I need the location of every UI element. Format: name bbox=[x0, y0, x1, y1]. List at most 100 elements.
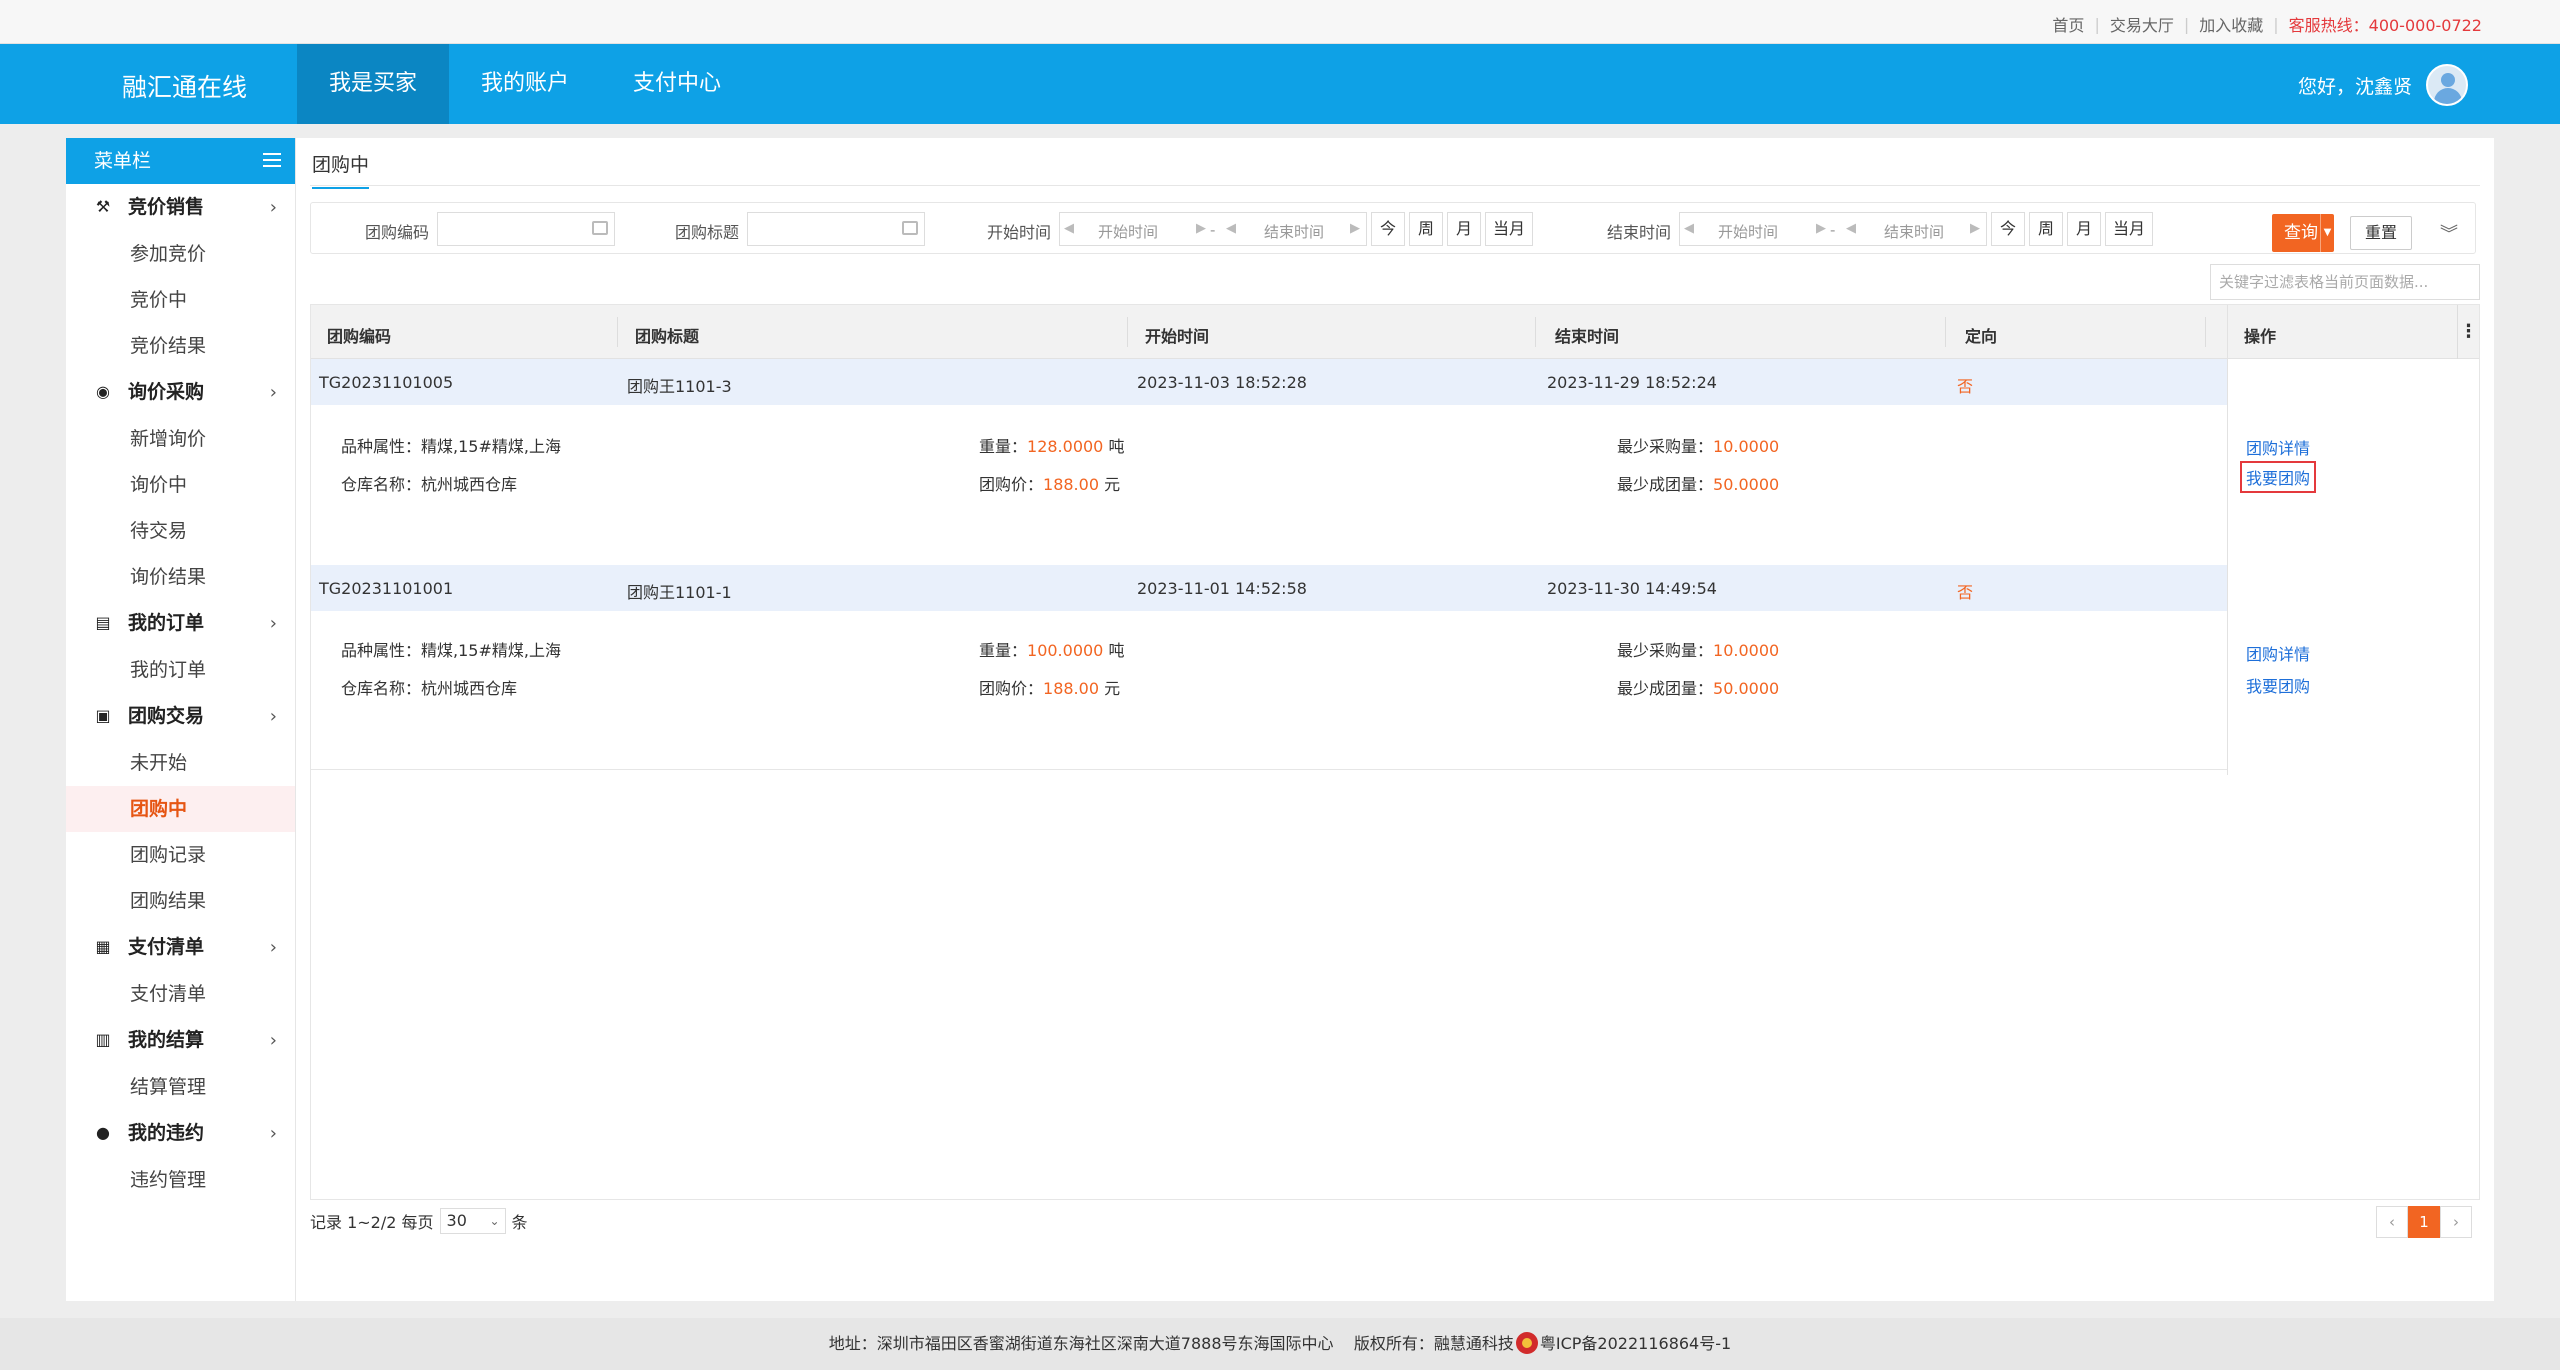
quick-month-button[interactable]: 月 bbox=[1447, 212, 1481, 246]
operation-column: 操作 ⋮ 团购详情 我要团购 团购详情 我要团购 bbox=[2227, 305, 2479, 775]
arrow-left-icon: ◀ bbox=[1846, 221, 1856, 236]
range-start-placeholder: 开始时间 bbox=[1098, 223, 1159, 241]
sidebar-item-default-management[interactable]: 违约管理 bbox=[66, 1157, 295, 1203]
top-utility-bar: 首页 | 交易大厅 | 加入收藏 | 客服热线：400-000-0722 bbox=[0, 0, 2560, 44]
join-group-buy-link[interactable]: 我要团购 bbox=[2246, 673, 2310, 697]
detail-min-group: 50.0000 bbox=[1713, 475, 1780, 494]
filter-start-label: 开始时间 bbox=[987, 223, 1052, 242]
reset-button[interactable]: 重置 bbox=[2350, 216, 2412, 250]
quick-week-button-end[interactable]: 周 bbox=[2029, 212, 2063, 246]
row-code: TG20231101001 bbox=[319, 579, 454, 598]
sidebar-group-inquiry-purchase[interactable]: ◉ 询价采购 › bbox=[66, 369, 295, 416]
sidebar-group-my-orders[interactable]: ▤ 我的订单 › bbox=[66, 600, 295, 647]
detail-weight: 128.0000 bbox=[1027, 437, 1104, 456]
sidebar-group-my-defaults[interactable]: ● 我的违约 › bbox=[66, 1110, 295, 1157]
top-link-home[interactable]: 首页 bbox=[2052, 12, 2084, 36]
table-row[interactable]: TG20231101005 团购王1101-3 2023-11-03 18:52… bbox=[311, 359, 2227, 405]
query-button[interactable]: 查询 ▼ bbox=[2272, 214, 2334, 252]
main-nav: 我是买家 我的账户 支付中心 bbox=[297, 44, 753, 124]
hamburger-menu-icon[interactable] bbox=[263, 153, 281, 169]
range-end-placeholder: 结束时间 bbox=[1264, 223, 1325, 241]
sidebar-item-inquiry-in-progress[interactable]: 询价中 bbox=[66, 462, 295, 508]
table-header: 团购编码 团购标题 开始时间 结束时间 定向 bbox=[311, 305, 2479, 359]
start-time-range-picker[interactable]: ◀ 开始时间 ▶ - ◀ 结束时间 ▶ bbox=[1059, 212, 1367, 246]
nav-payment-center[interactable]: 支付中心 bbox=[601, 44, 753, 124]
sidebar-group-bidding-sales[interactable]: ⚒ 竞价销售 › bbox=[66, 184, 295, 231]
col-code: 团购编码 bbox=[327, 327, 392, 346]
group-buy-detail-link[interactable]: 团购详情 bbox=[2246, 435, 2310, 459]
sidebar-group-group-buy[interactable]: ▣ 团购交易 › bbox=[66, 693, 295, 740]
row-detail: 品种属性：精煤,15#精煤,上海 仓库名称：杭州城西仓库 重量：100.0000… bbox=[341, 641, 1780, 698]
chevron-right-icon: › bbox=[269, 1123, 277, 1144]
sidebar-item-my-orders[interactable]: 我的订单 bbox=[66, 647, 295, 693]
sidebar-item-bidding-in-progress[interactable]: 竞价中 bbox=[66, 277, 295, 323]
quick-week-button[interactable]: 周 bbox=[1409, 212, 1443, 246]
group-title-input[interactable] bbox=[747, 212, 925, 246]
sidebar-item-group-buy-in-progress[interactable]: 团购中 bbox=[66, 786, 295, 832]
detail-price: 188.00 bbox=[1043, 475, 1099, 494]
chevron-down-icon: ⌄ bbox=[489, 1214, 500, 1228]
detail-min-buy: 10.0000 bbox=[1713, 641, 1780, 660]
detail-warehouse: 杭州城西仓库 bbox=[421, 475, 518, 494]
user-greeting: 您好，沈鑫贤 bbox=[2297, 75, 2412, 98]
quick-today-button[interactable]: 今 bbox=[1371, 212, 1405, 246]
quick-month-button-end[interactable]: 月 bbox=[2067, 212, 2101, 246]
filter-title-label: 团购标题 bbox=[675, 223, 740, 242]
sidebar: 菜单栏 ⚒ 竞价销售 › 参加竞价 竞价中 竞价结果 ◉ 询价采购 › 新增询价… bbox=[66, 138, 296, 1301]
tab-group-buy-in-progress[interactable]: 团购中 bbox=[312, 150, 370, 189]
alert-icon: ● bbox=[96, 1123, 110, 1142]
nav-buyer[interactable]: 我是买家 bbox=[297, 44, 450, 124]
row-end: 2023-11-30 14:49:54 bbox=[1547, 579, 1717, 598]
sidebar-item-settlement-management[interactable]: 结算管理 bbox=[66, 1064, 295, 1110]
sidebar-item-inquiry-results[interactable]: 询价结果 bbox=[66, 554, 295, 600]
page-size-select[interactable]: 30 ⌄ bbox=[439, 1208, 506, 1234]
end-time-range-picker[interactable]: ◀ 开始时间 ▶ - ◀ 结束时间 ▶ bbox=[1679, 212, 1987, 246]
search-circle-icon: ◉ bbox=[96, 382, 110, 401]
range-start-placeholder: 开始时间 bbox=[1718, 223, 1779, 241]
top-link-bookmark[interactable]: 加入收藏 bbox=[2199, 12, 2263, 36]
quick-current-month-button[interactable]: 当月 bbox=[1485, 212, 1534, 246]
chevron-right-icon: › bbox=[269, 613, 277, 634]
top-links: 首页 | 交易大厅 | 加入收藏 | 客服热线：400-000-0722 bbox=[2052, 12, 2482, 36]
footer-icp[interactable]: 粤ICP备2022116864号-1 bbox=[1540, 1334, 1731, 1353]
caret-down-icon[interactable]: ▼ bbox=[2320, 214, 2334, 252]
prev-page-button[interactable]: ‹ bbox=[2376, 1206, 2408, 1238]
sidebar-item-payment-list[interactable]: 支付清单 bbox=[66, 971, 295, 1017]
group-buy-detail-link[interactable]: 团购详情 bbox=[2246, 641, 2310, 665]
sidebar-group-payment-list[interactable]: ▦ 支付清单 › bbox=[66, 924, 295, 971]
row-code: TG20231101005 bbox=[319, 373, 454, 392]
page-1-button[interactable]: 1 bbox=[2408, 1206, 2440, 1238]
next-page-button[interactable]: › bbox=[2440, 1206, 2472, 1238]
quick-today-button-end[interactable]: 今 bbox=[1991, 212, 2025, 246]
chevron-right-icon: › bbox=[269, 706, 277, 727]
group-code-input[interactable] bbox=[437, 212, 615, 246]
table-filter-input[interactable]: 关键字过滤表格当前页面数据... bbox=[2210, 264, 2480, 300]
column-settings-icon[interactable]: ⋮ bbox=[2457, 305, 2479, 359]
row-directed: 否 bbox=[1957, 377, 1974, 396]
expand-filter-icon[interactable]: ︾ bbox=[2440, 220, 2458, 246]
chevron-right-icon: › bbox=[269, 382, 277, 403]
sidebar-item-bidding-results[interactable]: 竞价结果 bbox=[66, 323, 295, 369]
sidebar-group-my-settlement[interactable]: ▥ 我的结算 › bbox=[66, 1017, 295, 1064]
filter-end-label: 结束时间 bbox=[1607, 223, 1672, 242]
sidebar-item-join-bidding[interactable]: 参加竞价 bbox=[66, 231, 295, 277]
sidebar-item-not-started[interactable]: 未开始 bbox=[66, 740, 295, 786]
table-row[interactable]: TG20231101001 团购王1101-1 2023-11-01 14:52… bbox=[311, 565, 2227, 611]
sidebar-item-group-buy-results[interactable]: 团购结果 bbox=[66, 878, 295, 924]
nav-my-account[interactable]: 我的账户 bbox=[449, 44, 601, 124]
clear-icon bbox=[902, 221, 918, 235]
arrow-right-icon: ▶ bbox=[1970, 221, 1980, 236]
sidebar-item-group-buy-records[interactable]: 团购记录 bbox=[66, 832, 295, 878]
row-detail: 品种属性：精煤,15#精煤,上海 仓库名称：杭州城西仓库 重量：128.0000… bbox=[341, 437, 1780, 494]
sidebar-item-pending-trade[interactable]: 待交易 bbox=[66, 508, 295, 554]
sidebar-item-new-inquiry[interactable]: 新增询价 bbox=[66, 416, 295, 462]
detail-min-buy: 10.0000 bbox=[1713, 437, 1780, 456]
avatar[interactable] bbox=[2426, 64, 2468, 106]
arrow-right-icon: ▶ bbox=[1196, 221, 1206, 236]
user-info[interactable]: 您好，沈鑫贤 bbox=[2298, 64, 2468, 106]
pager-info: 记录 1~2/2 每页 30 ⌄ 条 bbox=[310, 1208, 528, 1234]
brand-logo[interactable]: 融汇通在线 bbox=[122, 68, 247, 104]
top-link-trade-hall[interactable]: 交易大厅 bbox=[2110, 12, 2174, 36]
join-group-buy-link[interactable]: 我要团购 bbox=[2240, 461, 2317, 493]
quick-current-month-button-end[interactable]: 当月 bbox=[2105, 212, 2154, 246]
